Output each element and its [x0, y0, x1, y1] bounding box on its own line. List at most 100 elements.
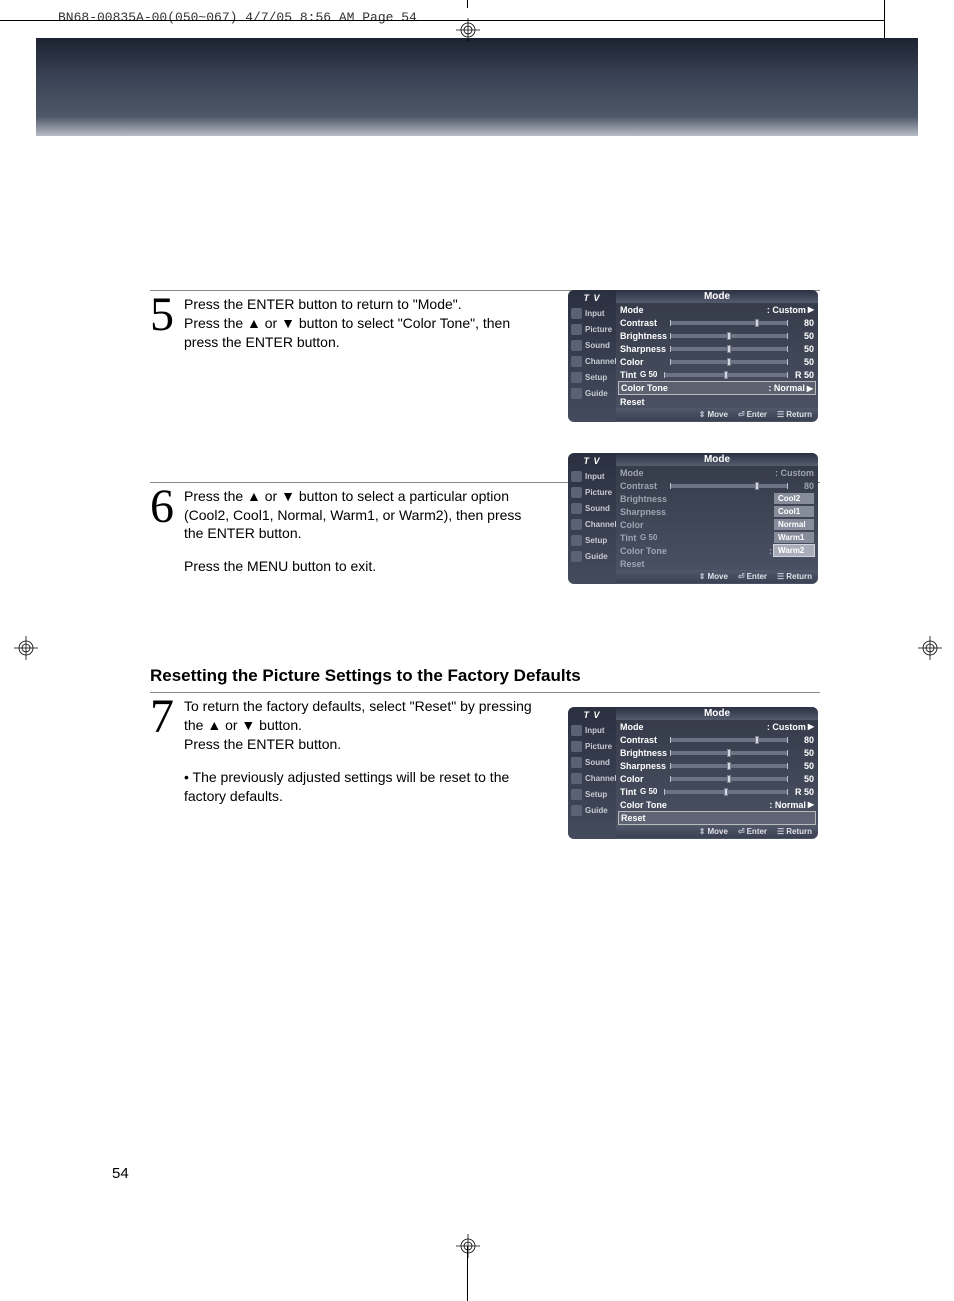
osd-tv-label: T V: [568, 292, 616, 305]
osd-tv-label: T V: [568, 709, 616, 722]
step-text: To return the factory defaults, select "…: [184, 695, 544, 805]
step-line: To return the factory defaults, select "…: [184, 697, 544, 735]
osd-main: Mode Mode: Custom▶ Contrast80 Brightness…: [616, 290, 818, 422]
sidebar-item: Guide: [568, 548, 616, 564]
step-text: Press the ENTER button to return to "Mod…: [184, 293, 544, 352]
return-icon: ☰: [777, 572, 784, 581]
sidebar-item: Channel: [568, 353, 616, 369]
top-banner: [36, 38, 918, 136]
osd-main: Mode Mode: Custom▶ Contrast80 Brightness…: [616, 707, 818, 839]
updown-icon: ⇕: [699, 827, 706, 836]
setup-icon: [571, 535, 582, 546]
step-bullet: • The previously adjusted settings will …: [184, 768, 544, 806]
step-number: 6: [150, 483, 184, 531]
sound-icon: [571, 503, 582, 514]
sidebar-item: Sound: [568, 754, 616, 770]
footer-return: ☰Return: [777, 827, 812, 836]
sidebar-item: Sound: [568, 500, 616, 516]
setup-icon: [571, 372, 582, 383]
option-cool1: Cool1: [774, 506, 814, 517]
sidebar-item: Picture: [568, 321, 616, 337]
crop-mark: [467, 0, 468, 8]
crop-mark: [884, 0, 885, 40]
enter-icon: ⏎: [738, 827, 745, 836]
osd-row-contrast: Contrast80: [616, 733, 818, 746]
osd-tv-label: T V: [568, 455, 616, 468]
osd-row-colortone: Color Tone:Warm2: [616, 544, 818, 557]
slider: [670, 777, 788, 781]
sidebar-item: Channel: [568, 770, 616, 786]
footer-enter: ⏎Enter: [738, 572, 767, 581]
osd-sidebar: T V Input Picture Sound Channel Setup Gu…: [568, 453, 616, 584]
osd-row-brightness: Brightness50: [616, 746, 818, 759]
footer-return: ☰Return: [777, 410, 812, 419]
sound-icon: [571, 757, 582, 768]
osd-title: Mode: [616, 707, 818, 720]
slider: [670, 347, 788, 351]
sidebar-item: Input: [568, 305, 616, 321]
sound-icon: [571, 340, 582, 351]
chevron-right-icon: ▶: [808, 722, 814, 731]
osd-row-reset-selected: Reset: [618, 811, 816, 825]
footer-enter: ⏎Enter: [738, 410, 767, 419]
osd-row-colortone-selected: Color Tone: Normal▶: [618, 381, 816, 395]
sidebar-item: Sound: [568, 337, 616, 353]
register-mark-left: [14, 636, 38, 660]
osd-row-tint: TintG 50Warm1: [616, 531, 818, 544]
picture-icon: [571, 487, 582, 498]
register-mark-right: [918, 636, 942, 660]
channel-icon: [571, 519, 582, 530]
osd-row-sharpness: SharpnessCool1: [616, 505, 818, 518]
crop-mark: [0, 20, 884, 21]
osd-panel-color-tone: T V Input Picture Sound Channel Setup Gu…: [568, 290, 818, 422]
osd-row-mode: Mode: Custom▶: [616, 303, 818, 316]
slider: [670, 321, 788, 325]
slider: [670, 764, 788, 768]
sidebar-item: Channel: [568, 516, 616, 532]
option-cool2: Cool2: [774, 493, 814, 504]
osd-row-contrast: Contrast80: [616, 316, 818, 329]
option-normal: Normal: [774, 519, 814, 530]
sidebar-item: Setup: [568, 532, 616, 548]
osd-row-contrast: Contrast80: [616, 479, 818, 492]
slider: [664, 790, 788, 794]
osd-footer: ⇕Move ⏎Enter ☰Return: [616, 570, 818, 583]
setup-icon: [571, 789, 582, 800]
osd-panel-reset: T V Input Picture Sound Channel Setup Gu…: [568, 707, 818, 839]
section-heading: Resetting the Picture Settings to the Fa…: [150, 666, 820, 686]
step-number: 5: [150, 291, 184, 339]
osd-row-color: Color50: [616, 355, 818, 368]
slider: [670, 751, 788, 755]
osd-row-sharpness: Sharpness50: [616, 759, 818, 772]
updown-icon: ⇕: [699, 572, 706, 581]
chevron-right-icon: ▶: [808, 305, 814, 314]
chevron-right-icon: ▶: [807, 384, 813, 393]
channel-icon: [571, 356, 582, 367]
enter-icon: ⏎: [738, 572, 745, 581]
return-icon: ☰: [777, 827, 784, 836]
sidebar-item: Setup: [568, 786, 616, 802]
chevron-right-icon: ▶: [808, 800, 814, 809]
osd-footer: ⇕Move ⏎Enter ☰Return: [616, 825, 818, 838]
osd-row-tint: TintG 50R 50: [616, 785, 818, 798]
guide-icon: [571, 551, 582, 562]
guide-icon: [571, 805, 582, 816]
step-line: Press the ENTER button.: [184, 735, 544, 754]
osd-row-mode: Mode: Custom: [616, 466, 818, 479]
register-mark-bottom: [456, 1234, 480, 1258]
footer-move: ⇕Move: [699, 572, 728, 581]
osd-row-mode: Mode: Custom▶: [616, 720, 818, 733]
osd-panel-colortone-options: T V Input Picture Sound Channel Setup Gu…: [568, 453, 818, 584]
osd-row-brightness: Brightness50: [616, 329, 818, 342]
channel-icon: [571, 773, 582, 784]
osd-row-tint: TintG 50R 50: [616, 368, 818, 381]
print-header: BN68-00835A-00(050~067) 4/7/05 8:56 AM P…: [58, 10, 417, 25]
slider: [670, 484, 788, 488]
input-icon: [571, 471, 582, 482]
slider: [670, 360, 788, 364]
sidebar-item: Guide: [568, 385, 616, 401]
osd-row-reset: Reset: [616, 557, 818, 570]
enter-icon: ⏎: [738, 410, 745, 419]
osd-row-reset: Reset: [616, 395, 818, 408]
osd-row-color: ColorNormal: [616, 518, 818, 531]
